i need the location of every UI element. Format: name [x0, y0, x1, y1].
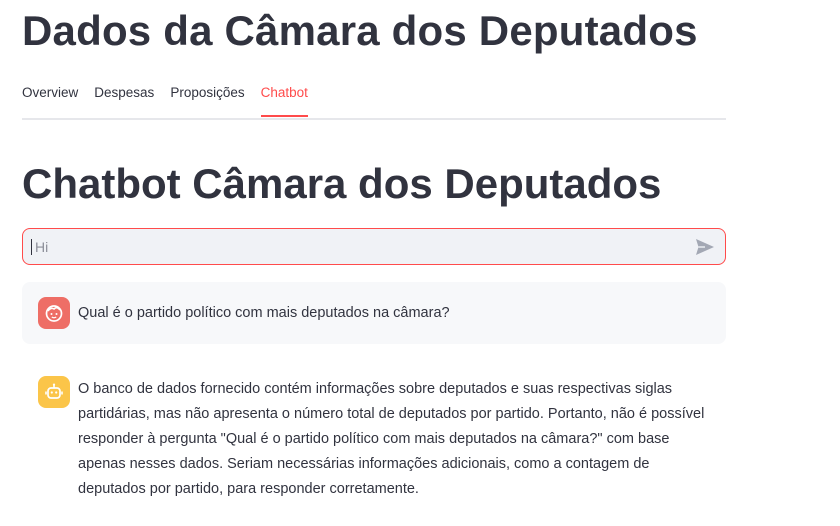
tab-bar: Overview Despesas Proposições Chatbot: [22, 81, 726, 120]
user-message-text: Qual é o partido político com mais deput…: [78, 304, 450, 321]
page-title: Chatbot Câmara dos Deputados: [22, 160, 662, 207]
chat-input-container[interactable]: [22, 228, 726, 265]
text-caret: [31, 238, 32, 255]
tab-overview[interactable]: Overview: [22, 81, 78, 118]
robot-icon: [38, 376, 70, 408]
chat-message-user: Qual é o partido político com mais deput…: [22, 282, 726, 344]
user-face-icon: [38, 297, 70, 329]
send-icon[interactable]: [695, 237, 715, 257]
tab-proposicoes[interactable]: Proposições: [170, 81, 244, 118]
tab-despesas[interactable]: Despesas: [94, 81, 154, 118]
app-title: Dados da Câmara dos Deputados: [22, 7, 698, 54]
page: Dados da Câmara dos Deputados Overview D…: [0, 0, 840, 526]
main-content: Dados da Câmara dos Deputados Overview D…: [22, 0, 726, 502]
tab-chatbot[interactable]: Chatbot: [260, 81, 309, 118]
assistant-message-text: O banco de dados fornecido contém inform…: [78, 381, 705, 497]
chat-message-assistant: O banco de dados fornecido contém inform…: [22, 376, 726, 502]
chat-input[interactable]: [33, 237, 695, 256]
